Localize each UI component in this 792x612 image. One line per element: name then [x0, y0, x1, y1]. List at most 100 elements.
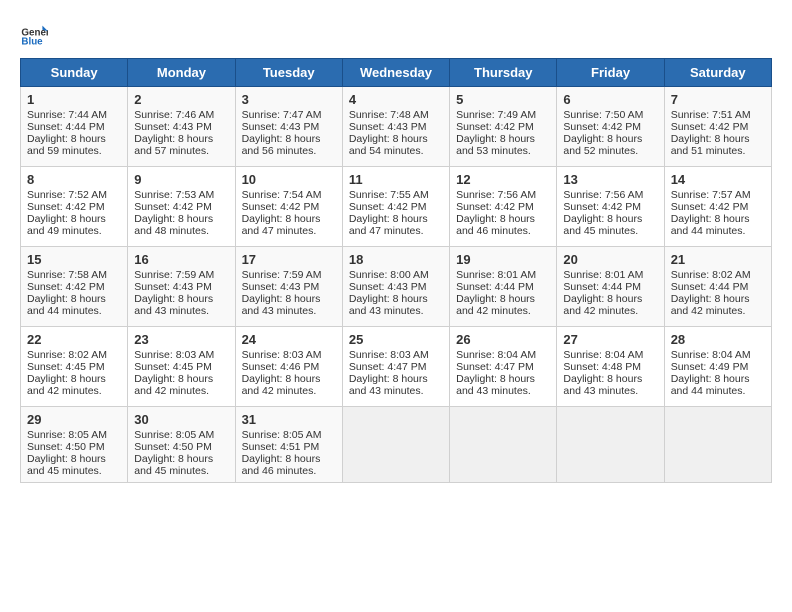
- sunrise-text: Sunrise: 7:55 AM: [349, 189, 429, 201]
- day-number: 13: [563, 172, 657, 187]
- day-number: 16: [134, 252, 228, 267]
- calendar-cell: 29 Sunrise: 8:05 AM Sunset: 4:50 PM Dayl…: [21, 407, 128, 483]
- sunrise-text: Sunrise: 7:59 AM: [242, 269, 322, 281]
- sunset-text: Sunset: 4:49 PM: [671, 361, 749, 373]
- daylight-text: Daylight: 8 hours and 54 minutes.: [349, 133, 428, 157]
- day-number: 6: [563, 92, 657, 107]
- daylight-text: Daylight: 8 hours and 43 minutes.: [242, 293, 321, 317]
- weekday-header: Tuesday: [235, 59, 342, 87]
- daylight-text: Daylight: 8 hours and 59 minutes.: [27, 133, 106, 157]
- daylight-text: Daylight: 8 hours and 43 minutes.: [456, 373, 535, 397]
- calendar-cell: 10 Sunrise: 7:54 AM Sunset: 4:42 PM Dayl…: [235, 167, 342, 247]
- sunrise-text: Sunrise: 8:02 AM: [671, 269, 751, 281]
- day-number: 25: [349, 332, 443, 347]
- sunset-text: Sunset: 4:47 PM: [456, 361, 534, 373]
- daylight-text: Daylight: 8 hours and 42 minutes.: [27, 373, 106, 397]
- sunset-text: Sunset: 4:43 PM: [242, 281, 320, 293]
- calendar-cell: 15 Sunrise: 7:58 AM Sunset: 4:42 PM Dayl…: [21, 247, 128, 327]
- calendar-cell: 4 Sunrise: 7:48 AM Sunset: 4:43 PM Dayli…: [342, 87, 449, 167]
- weekday-header: Wednesday: [342, 59, 449, 87]
- daylight-text: Daylight: 8 hours and 46 minutes.: [242, 453, 321, 477]
- calendar-table: SundayMondayTuesdayWednesdayThursdayFrid…: [20, 58, 772, 483]
- day-number: 30: [134, 412, 228, 427]
- daylight-text: Daylight: 8 hours and 42 minutes.: [134, 373, 213, 397]
- calendar-cell: 28 Sunrise: 8:04 AM Sunset: 4:49 PM Dayl…: [664, 327, 771, 407]
- sunrise-text: Sunrise: 8:04 AM: [563, 349, 643, 361]
- sunrise-text: Sunrise: 8:03 AM: [349, 349, 429, 361]
- sunset-text: Sunset: 4:42 PM: [563, 201, 641, 213]
- calendar-cell: 25 Sunrise: 8:03 AM Sunset: 4:47 PM Dayl…: [342, 327, 449, 407]
- calendar-cell: 31 Sunrise: 8:05 AM Sunset: 4:51 PM Dayl…: [235, 407, 342, 483]
- sunrise-text: Sunrise: 8:04 AM: [456, 349, 536, 361]
- sunset-text: Sunset: 4:46 PM: [242, 361, 320, 373]
- page-header: General Blue: [20, 20, 772, 48]
- day-number: 26: [456, 332, 550, 347]
- calendar-cell: 22 Sunrise: 8:02 AM Sunset: 4:45 PM Dayl…: [21, 327, 128, 407]
- calendar-cell: 24 Sunrise: 8:03 AM Sunset: 4:46 PM Dayl…: [235, 327, 342, 407]
- day-number: 8: [27, 172, 121, 187]
- daylight-text: Daylight: 8 hours and 57 minutes.: [134, 133, 213, 157]
- day-number: 22: [27, 332, 121, 347]
- calendar-cell: 11 Sunrise: 7:55 AM Sunset: 4:42 PM Dayl…: [342, 167, 449, 247]
- calendar-cell: 20 Sunrise: 8:01 AM Sunset: 4:44 PM Dayl…: [557, 247, 664, 327]
- sunset-text: Sunset: 4:45 PM: [134, 361, 212, 373]
- day-number: 18: [349, 252, 443, 267]
- weekday-header: Saturday: [664, 59, 771, 87]
- sunrise-text: Sunrise: 8:05 AM: [134, 429, 214, 441]
- calendar-cell: 30 Sunrise: 8:05 AM Sunset: 4:50 PM Dayl…: [128, 407, 235, 483]
- sunset-text: Sunset: 4:42 PM: [563, 121, 641, 133]
- day-number: 12: [456, 172, 550, 187]
- sunset-text: Sunset: 4:42 PM: [456, 121, 534, 133]
- sunset-text: Sunset: 4:44 PM: [27, 121, 105, 133]
- sunset-text: Sunset: 4:43 PM: [349, 121, 427, 133]
- calendar-cell: 17 Sunrise: 7:59 AM Sunset: 4:43 PM Dayl…: [235, 247, 342, 327]
- sunset-text: Sunset: 4:44 PM: [563, 281, 641, 293]
- calendar-cell: 13 Sunrise: 7:56 AM Sunset: 4:42 PM Dayl…: [557, 167, 664, 247]
- calendar-cell: 21 Sunrise: 8:02 AM Sunset: 4:44 PM Dayl…: [664, 247, 771, 327]
- sunrise-text: Sunrise: 8:05 AM: [242, 429, 322, 441]
- daylight-text: Daylight: 8 hours and 44 minutes.: [671, 373, 750, 397]
- sunrise-text: Sunrise: 7:46 AM: [134, 109, 214, 121]
- calendar-cell: [557, 407, 664, 483]
- weekday-header: Monday: [128, 59, 235, 87]
- sunset-text: Sunset: 4:42 PM: [671, 201, 749, 213]
- day-number: 3: [242, 92, 336, 107]
- calendar-cell: [450, 407, 557, 483]
- day-number: 31: [242, 412, 336, 427]
- day-number: 7: [671, 92, 765, 107]
- weekday-header: Friday: [557, 59, 664, 87]
- calendar-cell: 5 Sunrise: 7:49 AM Sunset: 4:42 PM Dayli…: [450, 87, 557, 167]
- calendar-cell: [664, 407, 771, 483]
- daylight-text: Daylight: 8 hours and 49 minutes.: [27, 213, 106, 237]
- sunset-text: Sunset: 4:51 PM: [242, 441, 320, 453]
- sunrise-text: Sunrise: 7:49 AM: [456, 109, 536, 121]
- sunrise-text: Sunrise: 7:56 AM: [456, 189, 536, 201]
- calendar-week-row: 8 Sunrise: 7:52 AM Sunset: 4:42 PM Dayli…: [21, 167, 772, 247]
- daylight-text: Daylight: 8 hours and 44 minutes.: [671, 213, 750, 237]
- sunrise-text: Sunrise: 7:59 AM: [134, 269, 214, 281]
- sunset-text: Sunset: 4:47 PM: [349, 361, 427, 373]
- calendar-cell: [342, 407, 449, 483]
- svg-text:Blue: Blue: [21, 37, 43, 48]
- logo-icon: General Blue: [20, 20, 48, 48]
- sunset-text: Sunset: 4:48 PM: [563, 361, 641, 373]
- sunrise-text: Sunrise: 8:00 AM: [349, 269, 429, 281]
- sunset-text: Sunset: 4:42 PM: [349, 201, 427, 213]
- day-number: 24: [242, 332, 336, 347]
- sunrise-text: Sunrise: 7:54 AM: [242, 189, 322, 201]
- sunset-text: Sunset: 4:42 PM: [134, 201, 212, 213]
- sunrise-text: Sunrise: 7:44 AM: [27, 109, 107, 121]
- weekday-header: Sunday: [21, 59, 128, 87]
- day-number: 15: [27, 252, 121, 267]
- sunrise-text: Sunrise: 7:56 AM: [563, 189, 643, 201]
- daylight-text: Daylight: 8 hours and 42 minutes.: [242, 373, 321, 397]
- daylight-text: Daylight: 8 hours and 48 minutes.: [134, 213, 213, 237]
- sunset-text: Sunset: 4:42 PM: [671, 121, 749, 133]
- calendar-cell: 7 Sunrise: 7:51 AM Sunset: 4:42 PM Dayli…: [664, 87, 771, 167]
- sunset-text: Sunset: 4:42 PM: [27, 281, 105, 293]
- sunset-text: Sunset: 4:42 PM: [27, 201, 105, 213]
- day-number: 19: [456, 252, 550, 267]
- sunset-text: Sunset: 4:43 PM: [349, 281, 427, 293]
- sunrise-text: Sunrise: 7:52 AM: [27, 189, 107, 201]
- day-number: 17: [242, 252, 336, 267]
